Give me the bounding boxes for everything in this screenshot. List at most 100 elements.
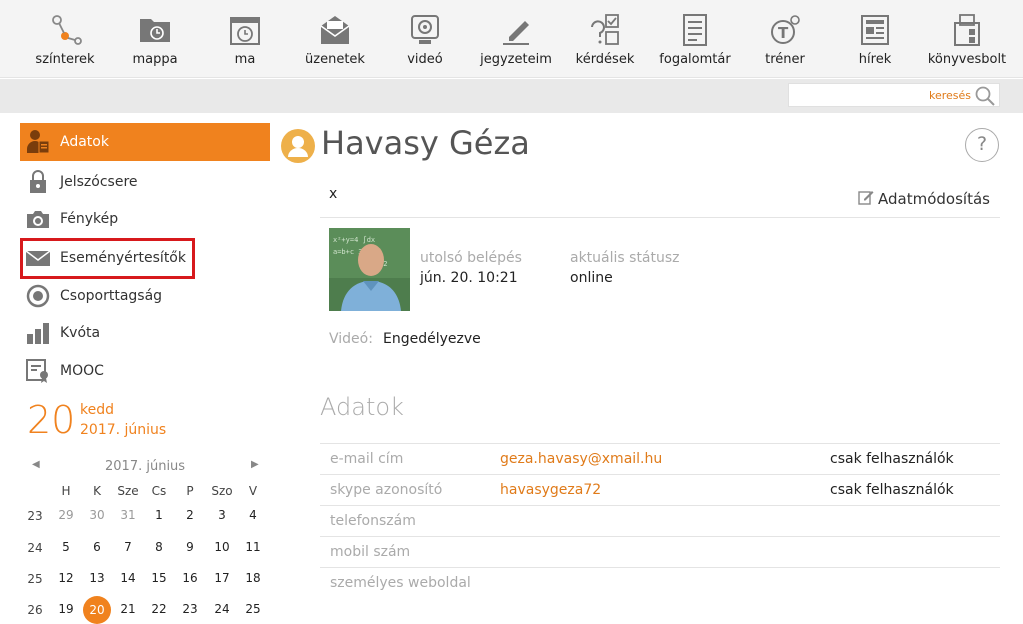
help-button[interactable]: ?: [965, 128, 999, 162]
status-value: online: [570, 270, 613, 286]
sidebar-item-jelszocsere[interactable]: Jelszócsere: [20, 163, 270, 201]
calendar-day[interactable]: 24: [208, 602, 236, 616]
search-placeholder: keresés: [928, 89, 971, 102]
calendar-day[interactable]: 16: [176, 571, 204, 585]
webcam-icon: [407, 12, 443, 48]
x-text: x: [329, 186, 338, 202]
sidebar-item-label: Csoporttagság: [60, 288, 163, 304]
calendar-weekday-header: K: [93, 484, 101, 498]
sidebar-item-csoporttagsag[interactable]: Csoporttagság: [20, 277, 270, 315]
toolbar-item-uzenetek[interactable]: üzenetek: [300, 0, 370, 78]
toolbar-item-szinterek[interactable]: színterek: [30, 0, 100, 78]
certificate-icon: [25, 358, 51, 384]
calendar-day[interactable]: 10: [208, 540, 236, 554]
toolbar-label: fogalomtár: [659, 52, 731, 67]
calendar-weekday-header: Sze: [117, 484, 139, 498]
detail-value-link[interactable]: havasygeza72: [500, 482, 601, 498]
detail-label: személyes weboldal: [330, 575, 471, 591]
calendar-week-number: 26: [27, 603, 43, 617]
last-login-value: jún. 20. 10:21: [420, 270, 518, 286]
toolbar-item-konyvesbolt[interactable]: könyvesbolt: [925, 0, 1009, 78]
section-title-adatok: Adatok: [320, 393, 404, 421]
sidebar-item-adatok[interactable]: Adatok: [20, 123, 270, 161]
search-input[interactable]: keresés: [788, 83, 1000, 107]
calendar-week-number: 23: [27, 509, 43, 523]
calendar-day[interactable]: 11: [239, 540, 267, 554]
calendar-day[interactable]: 6: [83, 540, 111, 554]
lock-icon: [25, 169, 51, 195]
toolbar-item-fogalomtar[interactable]: fogalomtár: [655, 0, 735, 78]
calendar-day[interactable]: 3: [208, 508, 236, 522]
toolbar-item-mappa[interactable]: mappa: [120, 0, 190, 78]
detail-label: e-mail cím: [330, 451, 404, 467]
calendar-day-today[interactable]: 20: [83, 596, 111, 624]
sidebar-item-mooc[interactable]: MOOC: [20, 352, 270, 390]
envelope-icon: [317, 12, 353, 48]
user-avatar-icon: [281, 129, 315, 163]
calendar-weekday-header: Cs: [151, 484, 167, 498]
sidebar-item-kvota[interactable]: Kvóta: [20, 314, 270, 352]
calendar-day[interactable]: 21: [114, 602, 142, 616]
calendar-day[interactable]: 25: [239, 602, 267, 616]
calendar-week-number: 24: [27, 541, 43, 555]
calendar-day[interactable]: 30: [83, 508, 111, 522]
calendar-day[interactable]: 1: [145, 508, 173, 522]
toolbar-item-trener[interactable]: T tréner: [750, 0, 820, 78]
calendar-day[interactable]: 15: [145, 571, 173, 585]
calendar-prev-icon[interactable]: ◀: [32, 459, 40, 470]
bookstore-icon: [949, 12, 985, 48]
toolbar-item-kerdesek[interactable]: kérdések: [570, 0, 640, 78]
calendar-day[interactable]: 23: [176, 602, 204, 616]
sidebar-item-fenykep[interactable]: Fénykép: [20, 200, 270, 238]
calendar-next-icon[interactable]: ▶: [251, 459, 259, 470]
row-divider: [320, 567, 1000, 568]
toolbar-item-jegyzeteim[interactable]: jegyzeteim: [478, 0, 554, 78]
calendar-day[interactable]: 14: [114, 571, 142, 585]
toolbar-label: tréner: [765, 52, 805, 67]
top-toolbar: színterek mappa ma üzenetek videó jegyze…: [0, 0, 1023, 78]
sidebar-item-label: Fénykép: [60, 211, 119, 227]
toolbar-label: üzenetek: [305, 52, 365, 67]
toolbar-label: kérdések: [575, 52, 635, 67]
calendar-day[interactable]: 2: [176, 508, 204, 522]
toolbar-label: jegyzeteim: [480, 52, 552, 67]
detail-label: skype azonosító: [330, 482, 443, 498]
toolbar-label: ma: [234, 52, 256, 67]
calendar-day[interactable]: 17: [208, 571, 236, 585]
calendar-day[interactable]: 12: [52, 571, 80, 585]
folder-icon: [137, 12, 173, 48]
row-divider: [320, 536, 1000, 537]
toolbar-item-hirek[interactable]: hírek: [840, 0, 910, 78]
quiz-icon: [587, 12, 623, 48]
calendar-weekday-header: Szo: [211, 484, 233, 498]
current-day-number: 20: [27, 398, 76, 442]
toolbar-label: könyvesbolt: [927, 52, 1007, 67]
calendar-day[interactable]: 7: [114, 540, 142, 554]
calendar-day[interactable]: 29: [52, 508, 80, 522]
edit-profile-link[interactable]: Adatmódosítás: [858, 189, 990, 209]
page-title: Havasy Géza: [321, 124, 530, 162]
edit-profile-label: Adatmódosítás: [878, 190, 990, 208]
search-icon[interactable]: [974, 85, 996, 111]
calendar-day[interactable]: 8: [145, 540, 173, 554]
sidebar-item-label: MOOC: [60, 363, 104, 379]
calendar-day[interactable]: 4: [239, 508, 267, 522]
toolbar-label: mappa: [132, 52, 178, 67]
edit-icon: [858, 189, 874, 209]
calendar-day[interactable]: 22: [145, 602, 173, 616]
calendar-day[interactable]: 13: [83, 571, 111, 585]
calendar-day[interactable]: 31: [114, 508, 142, 522]
detail-value-link[interactable]: geza.havasy@xmail.hu: [500, 451, 662, 467]
toolbar-item-video[interactable]: videó: [390, 0, 460, 78]
calendar-day[interactable]: 9: [176, 540, 204, 554]
sidebar-item-label: Jelszócsere: [60, 174, 138, 190]
calendar-day[interactable]: 19: [52, 602, 80, 616]
calendar-day[interactable]: 5: [52, 540, 80, 554]
sidebar-item-label: Kvóta: [60, 325, 101, 341]
search-strip: keresés: [0, 79, 1023, 113]
calendar-day[interactable]: 18: [239, 571, 267, 585]
highlight-box: [20, 238, 195, 279]
last-login-label: utolsó belépés: [420, 250, 522, 266]
toolbar-item-ma[interactable]: ma: [210, 0, 280, 78]
calendar-weekday-header: P: [186, 484, 194, 498]
